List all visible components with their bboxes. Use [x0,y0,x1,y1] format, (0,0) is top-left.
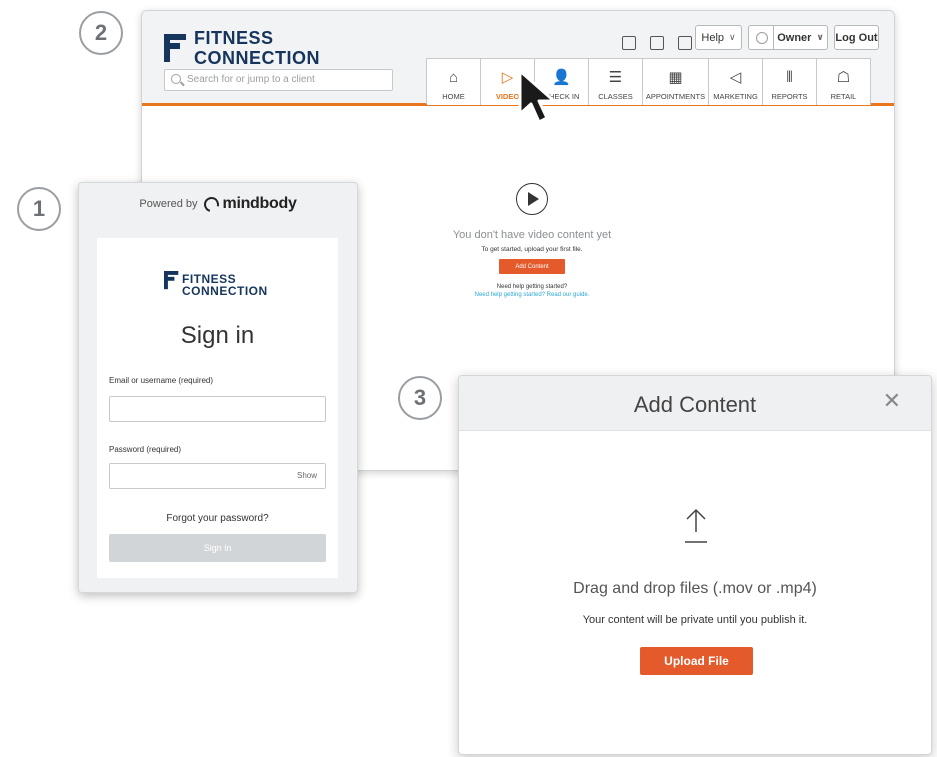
clock-button[interactable] [748,25,774,50]
tab-label: REPORTS [771,92,808,101]
tab-marketing[interactable]: ◁ MARKETING [709,59,763,105]
password-field[interactable]: Show [109,463,326,489]
owner-label: Owner [777,31,812,44]
brand-mark-icon [164,34,186,62]
chevron-down-icon: ∨ [729,32,736,42]
tab-home[interactable]: ⌂ HOME [427,59,481,105]
tab-retail[interactable]: ☖ RETAIL [817,59,871,105]
tab-label: HOME [442,92,465,101]
video-empty-state: You don't have video content yet To get … [402,183,662,298]
mouse-cursor-icon [518,69,556,124]
logout-button[interactable]: Log Out [834,25,879,50]
brand-mark-icon [164,271,179,290]
search-icon [171,74,181,84]
upload-file-button[interactable]: Upload File [640,647,753,675]
tab-classes[interactable]: ☰ CLASSES [589,59,643,105]
email-field[interactable] [109,396,326,422]
inbox-icon[interactable] [650,36,664,50]
classes-icon: ☰ [608,69,623,86]
help-menu-button[interactable]: Help ∨ [695,25,742,50]
retail-icon: ☖ [836,69,851,86]
tab-label: APPOINTMENTS [645,92,706,101]
powered-by: Powered by mindbody [79,193,357,215]
utility-icons [615,31,699,55]
email-label: Email or username (required) [109,376,214,385]
tasks-icon[interactable] [678,36,692,50]
clock-icon [755,31,768,44]
tab-label: RETAIL [830,92,857,101]
notes-icon[interactable] [622,36,636,50]
home-icon: ⌂ [448,69,459,86]
tab-reports[interactable]: ⫴ REPORTS [763,59,817,105]
brand-line-2: CONNECTION [182,284,268,298]
step-marker-2: 2 [79,11,123,55]
brand-line-1: FITNESS [194,28,274,48]
privacy-note: Your content will be private until you p… [582,614,808,626]
upload-icon [685,508,707,543]
help-question: Need help getting started? [496,284,568,290]
tab-label: MARKETING [713,92,758,101]
signin-brand-logo: FITNESS CONNECTION [164,271,268,299]
empty-state-title: You don't have video content yet [452,229,612,241]
chevron-down-icon: ∨ [816,32,824,42]
play-circle-icon [516,183,548,215]
marketing-icon: ◁ [729,69,742,86]
help-label: Help [701,31,725,44]
add-content-button[interactable]: Add Content [499,259,565,274]
brand-logo[interactable]: FITNESS CONNECTION [164,29,320,67]
step-marker-3: 3 [398,376,442,420]
signin-card: FITNESS CONNECTION Sign in Email or user… [97,238,338,578]
provider-name: mindbody [222,195,297,212]
add-content-modal: Add Content ✕ Drag and drop files (.mov … [458,375,932,755]
tab-label: CLASSES [598,92,633,101]
signin-button[interactable]: Sign in [109,534,326,562]
modal-header: Add Content ✕ [459,376,931,431]
client-search-input[interactable]: Search for or jump to a client [164,69,393,91]
step-marker-1: 1 [17,187,61,231]
video-icon: ▷ [501,69,514,86]
signin-panel: Powered by mindbody FITNESS CONNECTION S… [78,182,358,593]
brand-line-2: CONNECTION [194,48,320,68]
show-password-button[interactable]: Show [297,471,317,480]
help-guide-link[interactable]: Need help getting started? Read our guid… [475,292,590,298]
modal-title: Add Content [633,392,757,417]
drag-drop-text: Drag and drop files (.mov or .mp4) [573,580,817,597]
tab-appointments[interactable]: ▦ APPOINTMENTS [643,59,709,105]
close-icon[interactable]: ✕ [883,390,901,412]
mindbody-logo-icon [200,193,222,215]
owner-menu-button[interactable]: Owner ∨ [773,25,828,50]
main-nav: ⌂ HOME ▷ VIDEO 👤 CHECK IN ☰ CLASSES ▦ AP… [426,58,871,105]
appointments-icon: ▦ [668,69,683,86]
signin-title: Sign in [180,322,255,349]
empty-state-subtitle: To get started, upload your first file. [481,246,583,253]
forgot-password-link[interactable]: Forgot your password? [97,513,338,524]
password-label: Password (required) [109,445,182,454]
reports-icon: ⫴ [786,69,793,86]
search-placeholder: Search for or jump to a client [187,74,315,85]
powered-by-text: Powered by [139,198,198,210]
